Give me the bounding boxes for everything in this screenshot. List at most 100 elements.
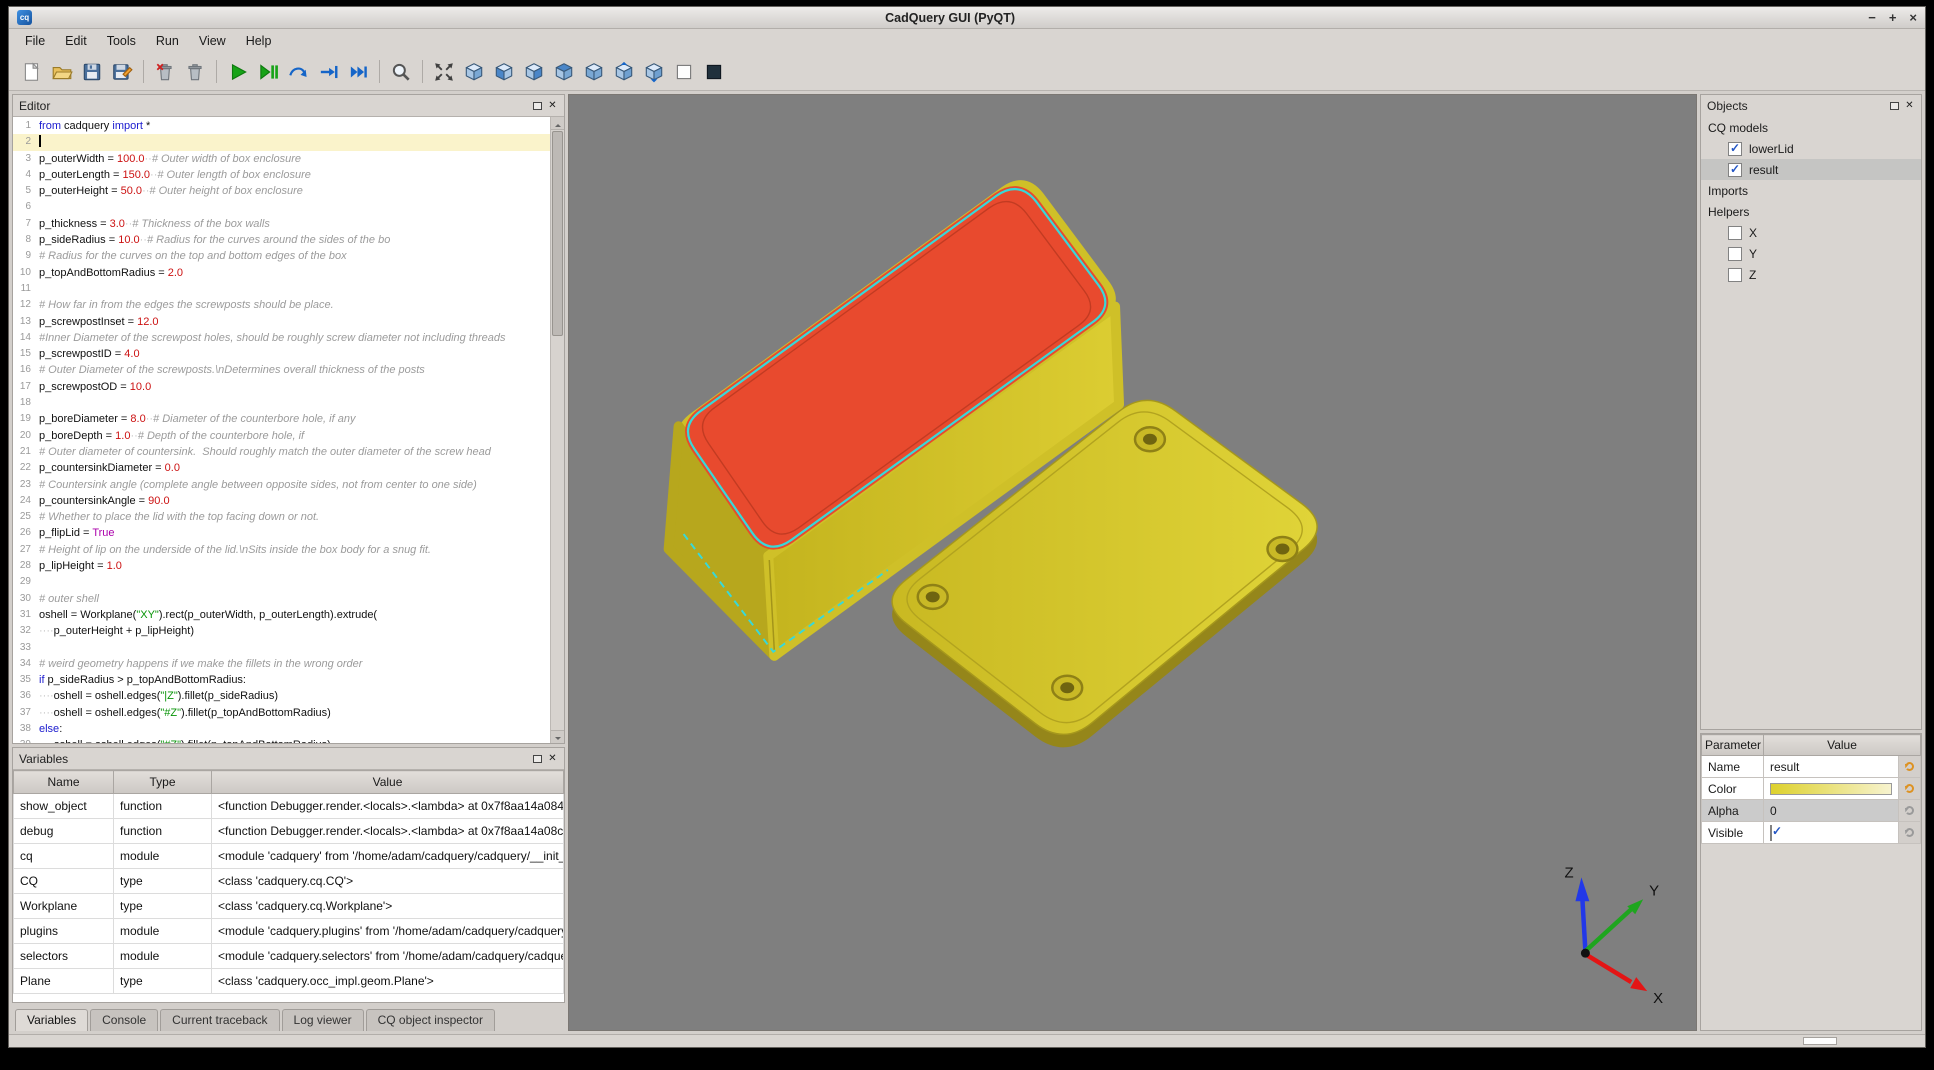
- object-item-lowerlid[interactable]: lowerLid: [1701, 138, 1921, 159]
- object-item-helpers[interactable]: Helpers: [1701, 201, 1921, 222]
- 3d-viewport[interactable]: Z Y X: [568, 94, 1697, 1031]
- code-line-25[interactable]: 25# Whether to place the lid with the to…: [13, 509, 550, 525]
- variables-column-value[interactable]: Value: [212, 771, 564, 794]
- code-line-18[interactable]: 18: [13, 395, 550, 411]
- parameter-column-parameter[interactable]: Parameter: [1702, 735, 1764, 756]
- parameter-column-value[interactable]: Value: [1764, 735, 1921, 756]
- code-line-16[interactable]: 16# Outer Diameter of the screwposts.\nD…: [13, 362, 550, 378]
- code-line-24[interactable]: 24p_countersinkAngle = 90.0: [13, 493, 550, 509]
- tab-current-traceback[interactable]: Current traceback: [160, 1009, 279, 1031]
- save-as-button[interactable]: [107, 57, 137, 87]
- tab-variables[interactable]: Variables: [15, 1009, 88, 1031]
- visibility-checkbox[interactable]: [1728, 247, 1742, 261]
- view-right-button[interactable]: [579, 57, 609, 87]
- code-line-19[interactable]: 19p_boreDiameter = 8.0··# Diameter of th…: [13, 411, 550, 427]
- fit-all-button[interactable]: [429, 57, 459, 87]
- variable-row-show-object[interactable]: show_objectfunction<function Debugger.re…: [14, 794, 564, 819]
- code-line-11[interactable]: 11: [13, 281, 550, 297]
- maximize-button[interactable]: +: [1889, 10, 1897, 25]
- code-line-10[interactable]: 10p_topAndBottomRadius = 2.0: [13, 265, 550, 281]
- view-top-button[interactable]: [609, 57, 639, 87]
- close-panel-icon[interactable]: [547, 100, 558, 111]
- code-line-3[interactable]: 3p_outerWidth = 100.0··# Outer width of …: [13, 151, 550, 167]
- status-grip[interactable]: [1803, 1037, 1837, 1045]
- code-line-36[interactable]: 36····oshell = oshell.edges("|Z").fillet…: [13, 688, 550, 704]
- code-line-1[interactable]: 1from cadquery import *: [13, 118, 550, 134]
- object-item-result[interactable]: result: [1701, 159, 1921, 180]
- code-line-14[interactable]: 14#Inner Diameter of the screwpost holes…: [13, 330, 550, 346]
- code-line-20[interactable]: 20p_boreDepth = 1.0··# Depth of the coun…: [13, 428, 550, 444]
- view-axonometric-button[interactable]: [459, 57, 489, 87]
- code-line-6[interactable]: 6: [13, 199, 550, 215]
- code-line-21[interactable]: 21# Outer diameter of countersink. Shoul…: [13, 444, 550, 460]
- delete-button[interactable]: [150, 57, 180, 87]
- reset-icon[interactable]: [1905, 762, 1914, 771]
- scroll-down-icon[interactable]: [551, 730, 564, 743]
- float-panel-icon[interactable]: [533, 102, 542, 110]
- variables-column-name[interactable]: Name: [14, 771, 114, 794]
- continue-button[interactable]: [343, 57, 373, 87]
- tab-cq-object-inspector[interactable]: CQ object inspector: [366, 1009, 495, 1031]
- open-file-button[interactable]: [47, 57, 77, 87]
- code-line-37[interactable]: 37····oshell = oshell.edges("#Z").fillet…: [13, 705, 550, 721]
- code-line-17[interactable]: 17p_screwpostOD = 10.0: [13, 379, 550, 395]
- code-line-39[interactable]: 39····oshell = oshell.edges("#Z").fillet…: [13, 737, 550, 743]
- zoom-button[interactable]: [386, 57, 416, 87]
- delete-all-button[interactable]: [180, 57, 210, 87]
- code-line-33[interactable]: 33: [13, 640, 550, 656]
- variable-row-cq[interactable]: cqmodule<module 'cadquery' from '/home/a…: [14, 844, 564, 869]
- variable-row-plugins[interactable]: pluginsmodule<module 'cadquery.plugins' …: [14, 919, 564, 944]
- menu-view[interactable]: View: [189, 31, 236, 51]
- minimize-button[interactable]: −: [1868, 10, 1876, 25]
- menu-file[interactable]: File: [15, 31, 55, 51]
- object-item-y[interactable]: Y: [1701, 243, 1921, 264]
- parameter-row-visible[interactable]: Visible: [1702, 822, 1921, 844]
- step-over-button[interactable]: [283, 57, 313, 87]
- view-back-button[interactable]: [519, 57, 549, 87]
- menu-edit[interactable]: Edit: [55, 31, 97, 51]
- visibility-checkbox[interactable]: [1728, 142, 1742, 156]
- variable-row-workplane[interactable]: Workplanetype<class 'cadquery.cq.Workpla…: [14, 894, 564, 919]
- code-line-22[interactable]: 22p_countersinkDiameter = 0.0: [13, 460, 550, 476]
- code-line-12[interactable]: 12# How far in from the edges the screwp…: [13, 297, 550, 313]
- close-panel-icon[interactable]: [547, 753, 558, 764]
- code-line-26[interactable]: 26p_flipLid = True: [13, 525, 550, 541]
- variables-column-type[interactable]: Type: [114, 771, 212, 794]
- visibility-checkbox[interactable]: [1728, 226, 1742, 240]
- reset-icon[interactable]: [1905, 784, 1914, 793]
- variable-row-debug[interactable]: debugfunction<function Debugger.render.<…: [14, 819, 564, 844]
- view-left-button[interactable]: [549, 57, 579, 87]
- visibility-checkbox[interactable]: [1728, 163, 1742, 177]
- close-button[interactable]: ×: [1909, 10, 1917, 25]
- title-bar[interactable]: cq CadQuery GUI (PyQT) − + ×: [9, 7, 1925, 29]
- scroll-up-icon[interactable]: [551, 117, 564, 130]
- tab-log-viewer[interactable]: Log viewer: [282, 1009, 364, 1031]
- variable-row-selectors[interactable]: selectorsmodule<module 'cadquery.selecto…: [14, 944, 564, 969]
- code-line-23[interactable]: 23# Countersink angle (complete angle be…: [13, 477, 550, 493]
- parameter-row-color[interactable]: Color: [1702, 778, 1921, 800]
- menu-help[interactable]: Help: [236, 31, 282, 51]
- view-bottom-button[interactable]: [639, 57, 669, 87]
- object-item-imports[interactable]: Imports: [1701, 180, 1921, 201]
- float-panel-icon[interactable]: [533, 755, 542, 763]
- tab-console[interactable]: Console: [90, 1009, 158, 1031]
- render-button[interactable]: [223, 57, 253, 87]
- editor-scrollbar[interactable]: [550, 117, 564, 743]
- code-editor[interactable]: 1from cadquery import *23p_outerWidth = …: [13, 116, 564, 743]
- code-line-9[interactable]: 9# Radius for the curves on the top and …: [13, 248, 550, 264]
- code-area[interactable]: 1from cadquery import *23p_outerWidth = …: [13, 118, 550, 743]
- code-line-34[interactable]: 34# weird geometry happens if we make th…: [13, 656, 550, 672]
- code-line-15[interactable]: 15p_screwpostID = 4.0: [13, 346, 550, 362]
- code-line-32[interactable]: 32····p_outerHeight + p_lipHeight): [13, 623, 550, 639]
- save-button[interactable]: [77, 57, 107, 87]
- reset-icon[interactable]: [1905, 828, 1914, 837]
- view-front-button[interactable]: [489, 57, 519, 87]
- variable-row-plane[interactable]: Planetype<class 'cadquery.occ_impl.geom.…: [14, 969, 564, 994]
- code-line-27[interactable]: 27# Height of lip on the underside of th…: [13, 542, 550, 558]
- object-item-cq-models[interactable]: CQ models: [1701, 117, 1921, 138]
- viewport-canvas[interactable]: Z Y X: [569, 95, 1696, 1030]
- code-line-4[interactable]: 4p_outerLength = 150.0··# Outer length o…: [13, 167, 550, 183]
- code-line-38[interactable]: 38else:: [13, 721, 550, 737]
- color-swatch[interactable]: [1770, 783, 1892, 795]
- code-line-35[interactable]: 35if p_sideRadius > p_topAndBottomRadius…: [13, 672, 550, 688]
